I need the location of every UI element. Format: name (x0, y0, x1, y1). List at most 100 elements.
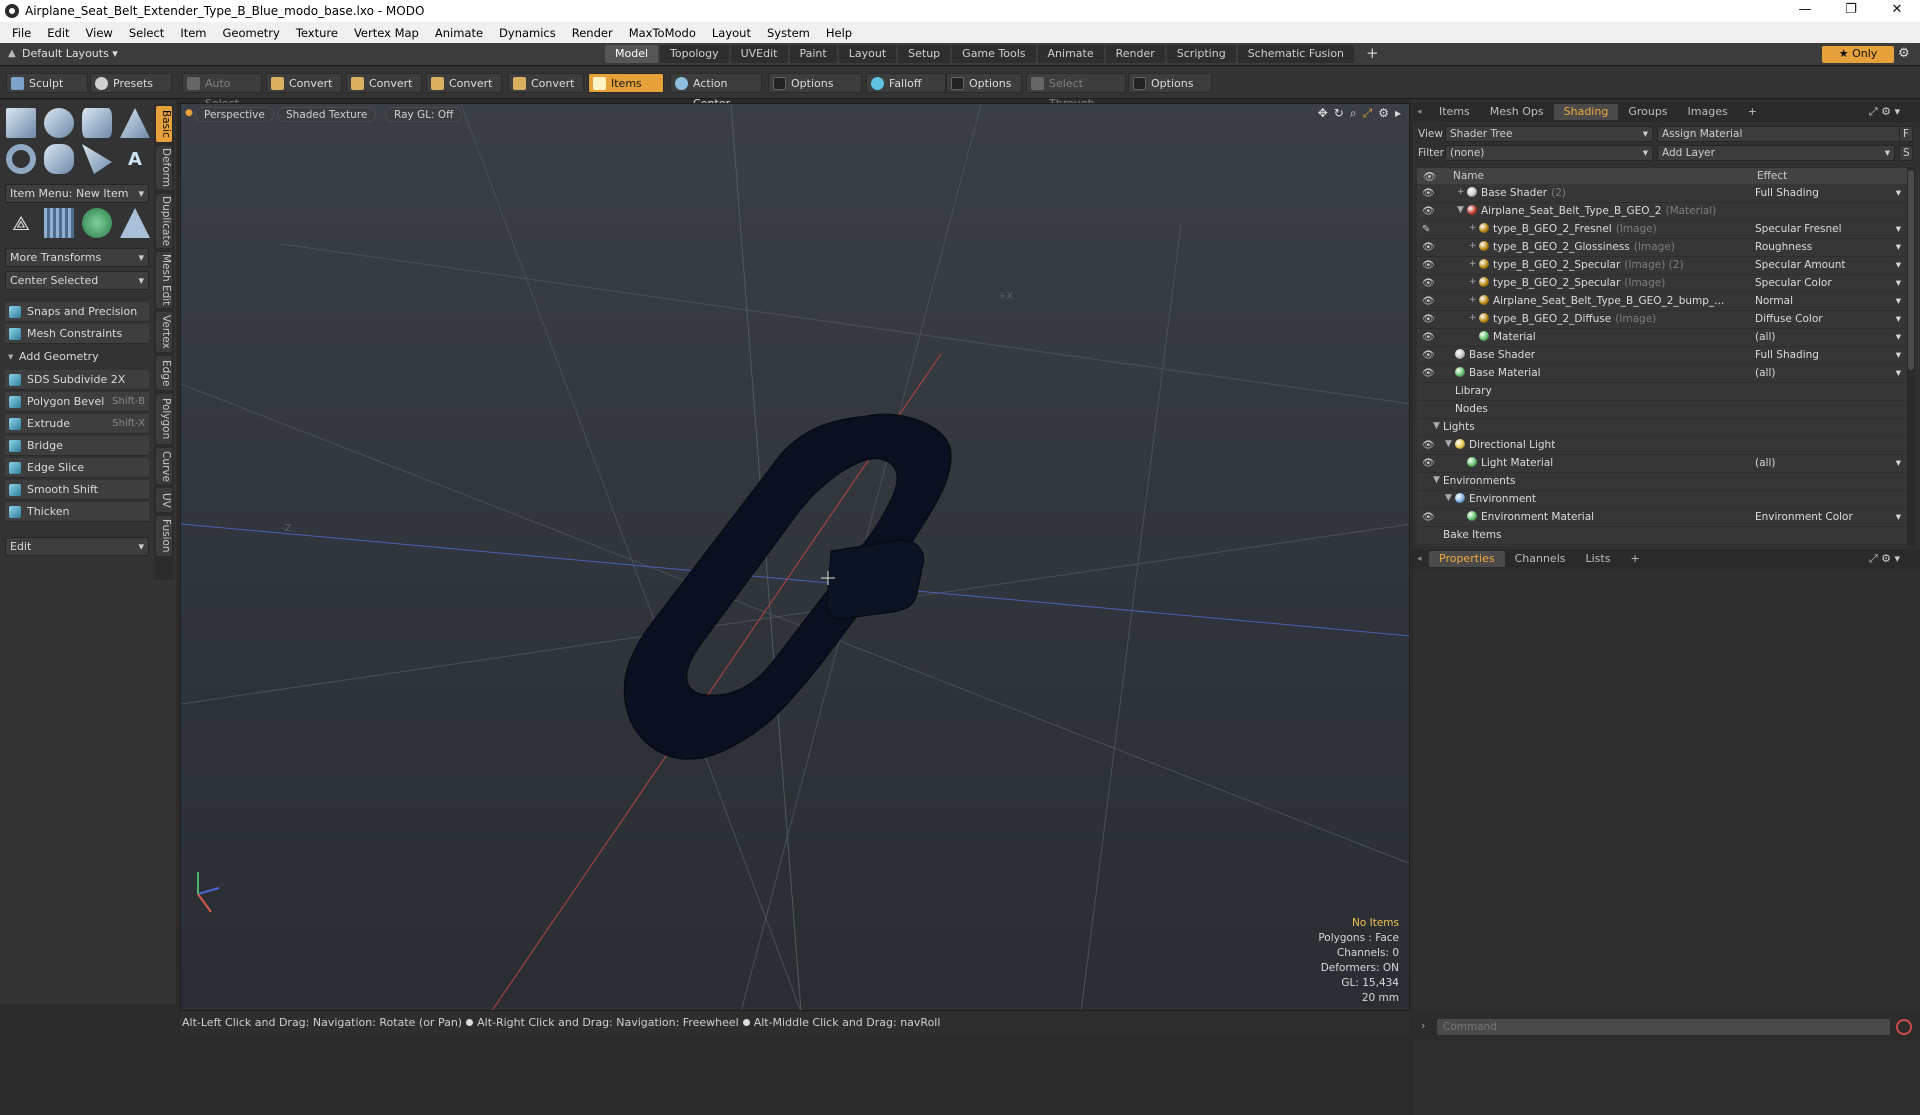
default-layouts-dropdown[interactable]: Default Layouts ▾ (22, 47, 118, 60)
tree-row[interactable]: Bake Items (1417, 527, 1907, 545)
minimize-button[interactable]: — (1782, 0, 1828, 22)
edge-slice-button[interactable]: Edge Slice (5, 458, 149, 478)
convert-button-3[interactable]: Convert (426, 73, 502, 93)
vtab-mesh-edit[interactable]: Mesh Edit (156, 252, 172, 308)
view-dropdown[interactable]: Shader Tree (1445, 126, 1653, 142)
transform-icon[interactable]: ⟁ (6, 208, 36, 238)
tree-row[interactable]: 👁 Base Material (all) ▾ (1417, 365, 1907, 383)
panel-menu-icon[interactable]: ◂ (1417, 553, 1422, 569)
tab-scripting[interactable]: Scripting (1166, 45, 1236, 63)
panel-expand-gear-icon[interactable]: ⤢ ⚙ ▾ (1859, 551, 1910, 567)
expand-toggle-icon[interactable]: + (1469, 241, 1477, 251)
auto-select-button[interactable]: Auto Select (182, 73, 262, 110)
menu-view[interactable]: View (78, 26, 121, 40)
viewport-expand-icon[interactable]: ▸ (1395, 106, 1401, 121)
vtab-uv[interactable]: UV (156, 488, 172, 512)
item-menu-dropdown[interactable]: Item Menu: New Item (5, 184, 149, 203)
cone-icon[interactable] (120, 108, 150, 138)
menu-item[interactable]: Item (172, 26, 214, 40)
scrollbar-thumb[interactable] (1908, 170, 1914, 370)
tree-row[interactable]: 👁 Base Shader Full Shading ▾ (1417, 347, 1907, 365)
tree-row[interactable]: Library (1417, 383, 1907, 401)
effect-dropdown[interactable]: Roughness ▾ (1755, 241, 1905, 253)
tab-animate[interactable]: Animate (1037, 45, 1104, 63)
tree-row[interactable]: 👁 ▼ Airplane_Seat_Belt_Type_B_GEO_2 (Materi… (1417, 203, 1907, 221)
edit-dropdown[interactable]: Edit (5, 537, 149, 556)
tab-setup[interactable]: Setup (898, 45, 951, 63)
pyramid-icon[interactable] (120, 208, 150, 238)
tab-game-tools[interactable]: Game Tools (952, 45, 1036, 63)
add-properties-tab[interactable]: + (1620, 551, 1649, 567)
expand-toggle-icon[interactable]: + (1469, 277, 1477, 287)
globe-icon[interactable] (82, 208, 112, 238)
grid-icon[interactable] (44, 208, 74, 238)
cylinder-icon[interactable] (82, 108, 112, 138)
command-input[interactable] (1437, 1019, 1890, 1035)
menu-animate[interactable]: Animate (427, 26, 491, 40)
perspective-button[interactable]: Perspective (195, 107, 274, 122)
tree-row[interactable]: 👁 + type_B_GEO_2_Specular (Image) (2) Specul… (1417, 257, 1907, 275)
layout-arrow-icon[interactable]: ▲ (8, 48, 16, 59)
tree-row[interactable]: 👁 Material (all) ▾ (1417, 329, 1907, 347)
menu-render[interactable]: Render (564, 26, 621, 40)
options-button-2[interactable]: Options (946, 73, 1022, 93)
tab-properties[interactable]: Properties (1429, 551, 1505, 567)
vtab-vertex[interactable]: Vertex (156, 312, 172, 352)
tab-images[interactable]: Images (1678, 104, 1738, 120)
center-selected-dropdown[interactable]: Center Selected (5, 271, 149, 290)
tab-render[interactable]: Render (1105, 45, 1165, 63)
vtab-duplicate[interactable]: Duplicate (156, 194, 172, 248)
3d-viewport[interactable]: +X -Z ● Perspective Shaded Texture Ray G… (180, 103, 1410, 1011)
tab-items[interactable]: Items (1429, 104, 1480, 120)
tree-row[interactable]: 👁 Environment Material Environment Color ▾ (1417, 509, 1907, 527)
visibility-eye-icon[interactable]: 👁 (1422, 314, 1435, 325)
falloff-button[interactable]: Falloff (866, 73, 946, 93)
visibility-eye-icon[interactable]: 👁 (1422, 296, 1435, 307)
sculpt-button[interactable]: Sculpt (6, 73, 88, 93)
menu-texture[interactable]: Texture (288, 26, 346, 40)
add-panel-tab[interactable]: + (1738, 104, 1767, 120)
effect-dropdown[interactable]: Specular Amount ▾ (1755, 259, 1905, 271)
zoom-view-icon[interactable]: ⌕ (1350, 106, 1357, 121)
add-layer-dropdown[interactable]: Add Layer (1657, 145, 1895, 161)
effect-dropdown[interactable]: Environment Color ▾ (1755, 511, 1905, 523)
menu-file[interactable]: File (4, 26, 39, 40)
record-icon[interactable] (1896, 1019, 1912, 1035)
tab-uvedit[interactable]: UVEdit (730, 45, 788, 63)
tree-row[interactable]: 👁 + type_B_GEO_2_Glossiness (Image) Roughnes… (1417, 239, 1907, 257)
menu-help[interactable]: Help (818, 26, 860, 40)
extrude-button[interactable]: Extrude Shift-X (5, 414, 149, 434)
visibility-eye-icon[interactable]: 👁 (1422, 350, 1435, 361)
items-mode-button[interactable]: Items (588, 73, 664, 93)
tree-row[interactable]: Nodes (1417, 401, 1907, 419)
vtab-edge[interactable]: Edge (156, 356, 172, 390)
expand-toggle-icon[interactable]: + (1457, 187, 1465, 197)
tab-paint[interactable]: Paint (789, 45, 837, 63)
tab-channels[interactable]: Channels (1505, 551, 1576, 567)
cube-icon[interactable] (6, 108, 36, 138)
tree-row[interactable]: 👁 + Airplane_Seat_Belt_Type_B_GEO_2_bump_.… (1417, 293, 1907, 311)
move-view-icon[interactable]: ✥ (1318, 106, 1328, 121)
convert-button-2[interactable]: Convert (346, 73, 422, 93)
tree-row[interactable]: ▼ Lights (1417, 419, 1907, 437)
tree-row[interactable]: 👁 + Base Shader (2) Full Shading ▾ (1417, 185, 1907, 203)
snaps-and-precision-button[interactable]: Snaps and Precision (5, 302, 149, 322)
convert-button-1[interactable]: Convert (266, 73, 342, 93)
name-column-header[interactable]: Name (1453, 170, 1484, 182)
filter-dropdown[interactable]: (none) (1445, 145, 1653, 161)
tube-icon[interactable] (44, 144, 74, 174)
expand-toggle-icon[interactable]: ▼ (1433, 475, 1440, 485)
sphere-icon[interactable] (44, 108, 74, 138)
thicken-button[interactable]: Thicken (5, 502, 149, 522)
visibility-eye-icon[interactable]: 👁 (1422, 332, 1435, 343)
effect-dropdown[interactable]: Normal ▾ (1755, 295, 1905, 307)
expand-toggle-icon[interactable]: + (1469, 223, 1477, 233)
menu-geometry[interactable]: Geometry (215, 26, 288, 40)
vtab-deform[interactable]: Deform (156, 146, 172, 190)
pen-icon[interactable] (82, 144, 112, 174)
tree-row[interactable]: 👁 + type_B_GEO_2_Diffuse (Image) Diffuse Col… (1417, 311, 1907, 329)
add-tab-button[interactable]: + (1356, 45, 1389, 63)
add-geometry-section[interactable]: Add Geometry (5, 348, 149, 366)
effect-dropdown[interactable]: Diffuse Color ▾ (1755, 313, 1905, 325)
menu-layout[interactable]: Layout (704, 26, 759, 40)
